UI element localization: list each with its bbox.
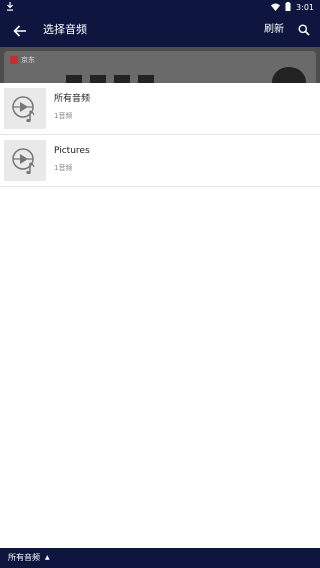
folder-list: 所有音频 1音频 Pictures 1音频 (0, 83, 320, 187)
brand-logo-icon (10, 56, 18, 64)
dimmed-background: 京东 (0, 47, 320, 87)
page-title: 选择音频 (43, 23, 87, 36)
background-brand-label: 京东 (21, 56, 35, 64)
background-card (4, 51, 316, 87)
back-arrow-icon[interactable] (8, 19, 32, 43)
search-icon[interactable] (294, 20, 314, 40)
status-time: 3:01 (296, 3, 314, 12)
folder-count: 1音频 (54, 112, 73, 120)
battery-icon (285, 2, 291, 14)
folder-name: 所有音频 (54, 94, 91, 104)
app-bar: 选择音频 刷新 (0, 14, 320, 47)
download-icon (6, 2, 14, 14)
list-item[interactable]: 所有音频 1音频 (0, 83, 320, 135)
caret-up-icon[interactable]: ▲ (45, 552, 50, 564)
wifi-icon (271, 3, 281, 14)
folder-count: 1音频 (54, 164, 73, 172)
bottom-bar[interactable]: 所有音频 ▲ (0, 548, 320, 568)
status-bar: 3:01 (0, 0, 320, 14)
list-item[interactable]: Pictures 1音频 (0, 135, 320, 187)
folder-selector-label[interactable]: 所有音频 (8, 552, 40, 564)
refresh-button[interactable]: 刷新 (264, 22, 284, 38)
audio-file-icon (4, 88, 46, 129)
background-brand: 京东 (10, 55, 35, 65)
audio-file-icon (4, 140, 46, 181)
folder-name: Pictures (54, 146, 90, 156)
